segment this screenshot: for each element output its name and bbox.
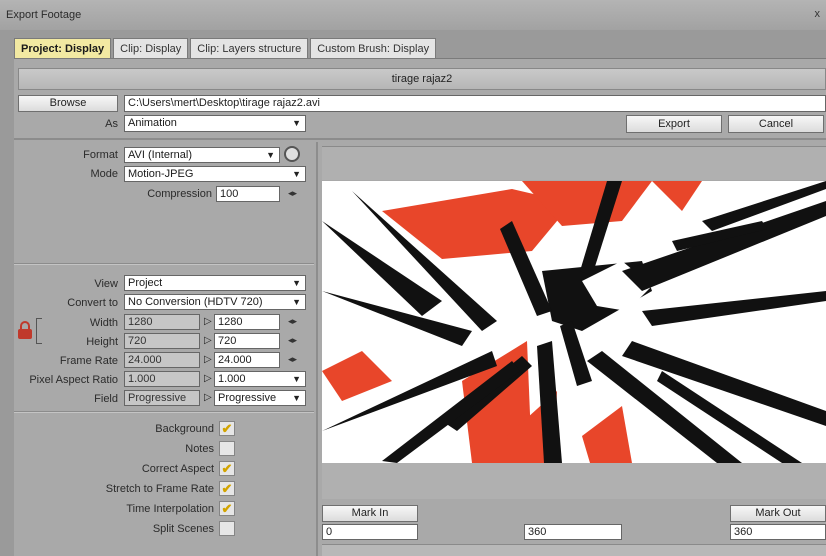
link-arrows-icon[interactable]: ◂▸	[288, 354, 297, 365]
mark-in-button[interactable]: Mark In	[322, 505, 418, 522]
mode-value: Motion-JPEG	[128, 168, 194, 180]
notes-checkbox[interactable]	[219, 441, 235, 456]
mode-select[interactable]: Motion-JPEG ▼	[124, 166, 306, 182]
tab-clip-layers-structure[interactable]: Clip: Layers structure	[190, 38, 309, 59]
option-stretch-frame-rate-label: Stretch to Frame Rate	[105, 483, 214, 495]
frame-rate-source-field: 24.000	[124, 352, 200, 368]
arrow-right-icon: ▷	[204, 392, 212, 403]
cancel-button[interactable]: Cancel	[728, 115, 824, 133]
preview-artwork	[322, 181, 826, 463]
option-time-interpolation-label: Time Interpolation	[126, 503, 214, 515]
chevron-down-icon: ▼	[292, 278, 301, 288]
arrow-right-icon: ▷	[204, 373, 212, 384]
chevron-down-icon: ▼	[292, 169, 301, 179]
mode-label: Mode	[90, 168, 118, 180]
format-value: AVI (Internal)	[128, 149, 192, 161]
window-title: Export Footage	[6, 9, 82, 21]
correct-aspect-checkbox[interactable]: ✔	[219, 461, 235, 476]
time-interpolation-checkbox[interactable]: ✔	[219, 501, 235, 516]
width-label: Width	[89, 317, 118, 329]
chevron-down-icon: ▼	[292, 118, 301, 128]
pixel-aspect-source-field: 1.000	[124, 371, 200, 387]
view-label: View	[94, 278, 118, 290]
split-scenes-checkbox[interactable]	[219, 521, 235, 536]
mark-out-field[interactable]: 360	[730, 524, 826, 540]
tab-bar: Project: Display Clip: Display Clip: Lay…	[14, 38, 438, 59]
view-value: Project	[128, 277, 163, 289]
duration-field[interactable]: 360	[524, 524, 622, 540]
field-target-value: Progressive	[218, 392, 277, 404]
chevron-down-icon: ▼	[266, 150, 275, 160]
field-label: Field	[94, 393, 118, 405]
arrow-right-icon: ▷	[204, 335, 212, 346]
output-name-bar: tirage rajaz2	[18, 68, 826, 90]
title-bar: Export Footage x	[0, 0, 826, 30]
link-arrows-icon[interactable]: ◂▸	[288, 316, 297, 327]
option-split-scenes-label: Split Scenes	[152, 523, 214, 535]
convert-to-value: No Conversion (HDTV 720)	[128, 296, 263, 308]
height-target-field[interactable]: 720	[214, 333, 280, 349]
link-arrows-icon[interactable]: ◂▸	[288, 188, 297, 199]
view-select[interactable]: Project ▼	[124, 275, 306, 291]
field-target-select[interactable]: Progressive ▼	[214, 390, 306, 406]
checkmark-icon: ✔	[221, 461, 233, 476]
convert-to-label: Convert to	[67, 297, 118, 309]
chevron-down-icon: ▼	[292, 393, 301, 403]
path-field[interactable]: C:\Users\mert\Desktop\tirage rajaz2.avi	[124, 95, 826, 112]
checkmark-icon: ✔	[221, 501, 233, 516]
field-source-field: Progressive	[124, 390, 200, 406]
tab-clip-display[interactable]: Clip: Display	[113, 38, 189, 59]
tab-project-display[interactable]: Project: Display	[14, 38, 112, 59]
format-label: Format	[83, 149, 118, 161]
pane-divider	[316, 142, 318, 556]
chevron-down-icon: ▼	[292, 374, 301, 384]
pixel-aspect-label: Pixel Aspect Ratio	[29, 374, 118, 386]
arrow-right-icon: ▷	[204, 316, 212, 327]
option-background-label: Background	[155, 423, 214, 435]
mark-in-field[interactable]: 0	[322, 524, 418, 540]
frame-rate-target-field[interactable]: 24.000	[214, 352, 280, 368]
section-divider	[14, 411, 314, 413]
section-divider	[14, 263, 314, 265]
tab-custom-brush-display[interactable]: Custom Brush: Display	[310, 38, 437, 59]
frame-rate-label: Frame Rate	[59, 355, 118, 367]
option-correct-aspect-label: Correct Aspect	[141, 463, 214, 475]
compression-label: Compression	[147, 188, 212, 200]
timeline-area	[322, 463, 826, 499]
timeline-strip[interactable]	[322, 544, 826, 556]
convert-to-select[interactable]: No Conversion (HDTV 720) ▼	[124, 294, 306, 310]
compression-field[interactable]: 100	[216, 186, 280, 202]
option-notes-label: Notes	[185, 443, 214, 455]
as-label: As	[105, 118, 118, 130]
export-button[interactable]: Export	[626, 115, 722, 133]
background-checkbox[interactable]: ✔	[219, 421, 235, 436]
preview-toolbar	[322, 146, 826, 180]
height-source-field: 720	[124, 333, 200, 349]
divider	[14, 138, 826, 140]
stretch-frame-rate-checkbox[interactable]: ✔	[219, 481, 235, 496]
arrow-right-icon: ▷	[204, 354, 212, 365]
chevron-down-icon: ▼	[292, 297, 301, 307]
mark-out-button[interactable]: Mark Out	[730, 505, 826, 522]
width-source-field: 1280	[124, 314, 200, 330]
preview-image	[322, 181, 826, 463]
checkmark-icon: ✔	[221, 421, 233, 436]
browse-button[interactable]: Browse	[18, 95, 118, 112]
format-select[interactable]: AVI (Internal) ▼	[124, 147, 280, 163]
pixel-aspect-target-value: 1.000	[218, 373, 246, 385]
as-value: Animation	[128, 117, 177, 129]
as-select[interactable]: Animation ▼	[124, 115, 306, 132]
width-target-field[interactable]: 1280	[214, 314, 280, 330]
pixel-aspect-target-select[interactable]: 1.000 ▼	[214, 371, 306, 387]
close-button[interactable]: x	[815, 8, 821, 20]
link-arrows-icon[interactable]: ◂▸	[288, 335, 297, 346]
checkmark-icon: ✔	[221, 481, 233, 496]
height-label: Height	[86, 336, 118, 348]
settings-icon[interactable]	[284, 146, 300, 162]
